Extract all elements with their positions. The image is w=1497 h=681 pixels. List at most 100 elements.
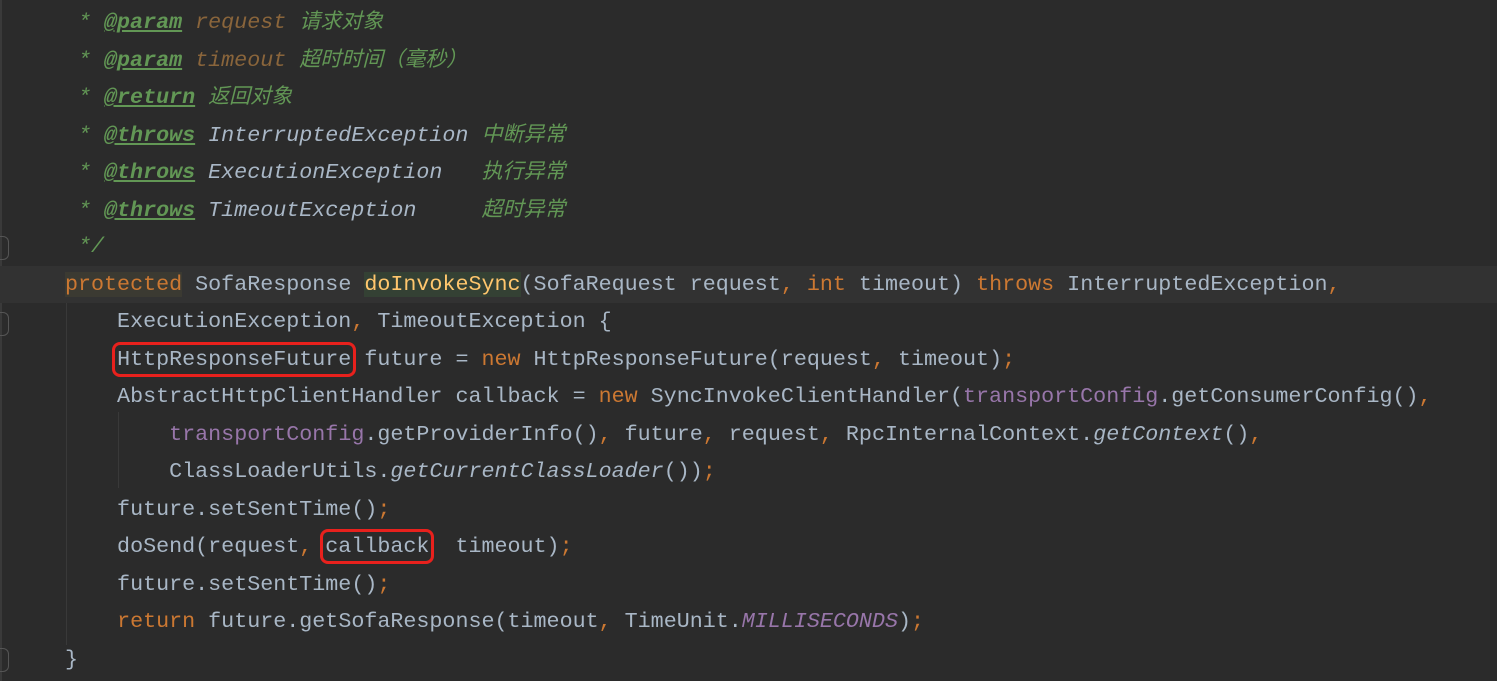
code-token: timeout): [897, 346, 1003, 372]
code-editor[interactable]: * @param request 请求对象 * @param timeout 超时…: [0, 3, 1497, 678]
code-token: InterruptedException: [208, 122, 469, 148]
code-token: 中断异常: [481, 121, 566, 146]
code-token: ,: [598, 421, 625, 447]
code-token: ,: [598, 609, 625, 634]
code-token: SyncInvokeClientHandler(: [637, 384, 964, 409]
code-token: SofaResponse: [182, 271, 365, 297]
code-token: timeout): [845, 271, 977, 297]
code-token: getCurrentClassLoader: [390, 459, 664, 484]
code-token: 执行异常: [481, 159, 566, 183]
code-line[interactable]: * @throws ExecutionException 执行异常: [0, 153, 1497, 191]
code-token: HttpResponseFuture(request: [520, 346, 872, 372]
code-token: 请求对象: [299, 9, 384, 33]
code-token: MILLISECONDS: [741, 609, 898, 634]
code-line[interactable]: doSend(request, callback timeout);: [0, 528, 1497, 566]
code-token: return: [117, 609, 196, 634]
code-token: throws: [976, 271, 1055, 297]
code-line[interactable]: ClassLoaderUtils.getCurrentClassLoader()…: [0, 453, 1497, 491]
code-token: transportConfig: [963, 384, 1159, 409]
code-token: ,: [1327, 271, 1341, 297]
code-line[interactable]: transportConfig.getProviderInfo(), futur…: [0, 416, 1497, 454]
code-token: new: [598, 384, 638, 409]
code-token: ,: [780, 271, 807, 297]
code-token: timeout: [195, 47, 287, 73]
code-token: ExecutionException: [208, 160, 443, 185]
code-token: ;: [911, 609, 925, 634]
code-token: ,: [351, 309, 378, 334]
code-token: ()): [663, 459, 703, 484]
code-token: TimeoutException {: [377, 309, 612, 334]
code-token: future: [624, 421, 703, 447]
code-line[interactable]: future.setSentTime();: [0, 491, 1497, 529]
code-token: 超时异常: [481, 196, 566, 221]
code-line[interactable]: ExecutionException, TimeoutException {: [0, 303, 1497, 341]
code-token: @throws: [104, 197, 196, 223]
code-token: future.setSentTime(): [65, 571, 378, 597]
code-token: protected: [65, 271, 183, 297]
code-token: @param: [104, 10, 183, 35]
code-token: *: [78, 10, 105, 35]
code-token: .getProviderInfo(): [364, 421, 599, 447]
code-token: ,: [1249, 421, 1263, 447]
code-token: TimeoutException: [208, 197, 417, 223]
code-token: ,: [1418, 384, 1432, 409]
code-token: AbstractHttpClientHandler callback =: [65, 384, 599, 409]
code-line[interactable]: HttpResponseFuture future = new HttpResp…: [0, 341, 1497, 379]
code-line[interactable]: */: [0, 228, 1497, 266]
code-token: ,: [702, 421, 729, 447]
code-token: future.getSofaResponse(timeout: [195, 609, 599, 634]
code-token: new: [481, 346, 521, 372]
code-token: *: [78, 160, 105, 185]
code-token: ;: [559, 534, 573, 559]
code-token: ,: [871, 346, 898, 372]
code-token: @return: [104, 85, 196, 110]
code-line[interactable]: future.setSentTime();: [0, 566, 1497, 604]
code-token: ;: [377, 571, 391, 597]
code-line[interactable]: return future.getSofaResponse(timeout, T…: [0, 603, 1497, 641]
highlighted-token: callback: [320, 529, 435, 564]
code-line[interactable]: * @throws InterruptedException 中断异常: [0, 116, 1497, 154]
code-token: future =: [351, 346, 482, 372]
code-token: (SofaRequest request: [520, 271, 781, 297]
code-token: ,: [819, 421, 846, 447]
code-line[interactable]: }: [0, 641, 1497, 679]
code-token: request: [728, 421, 820, 447]
code-token: timeout): [429, 534, 560, 559]
code-token: @param: [104, 47, 183, 73]
code-token: int: [806, 271, 846, 297]
code-token: *: [78, 122, 105, 148]
code-token: RpcInternalContext.: [845, 421, 1094, 447]
code-line[interactable]: * @param request 请求对象: [0, 3, 1497, 41]
code-token: .getConsumerConfig(): [1158, 384, 1419, 409]
code-token: }: [65, 646, 79, 672]
code-line[interactable]: * @param timeout 超时时间（毫秒）: [0, 41, 1497, 79]
code-line[interactable]: protected SofaResponse doInvokeSync(Sofa…: [0, 265, 1497, 303]
code-line[interactable]: * @throws TimeoutException 超时异常: [0, 191, 1497, 229]
code-token: doInvokeSync: [364, 271, 521, 297]
code-token: ;: [702, 459, 716, 484]
code-line[interactable]: AbstractHttpClientHandler callback = new…: [0, 378, 1497, 416]
code-token: ClassLoaderUtils.: [65, 459, 391, 484]
code-token: */: [78, 234, 105, 259]
code-line[interactable]: * @return 返回对象: [0, 78, 1497, 116]
code-token: ;: [1002, 346, 1016, 372]
code-token: 返回对象: [208, 84, 293, 108]
code-token: @throws: [104, 160, 196, 185]
code-token: TimeUnit.: [624, 609, 742, 634]
code-token: getContext: [1093, 421, 1224, 447]
code-token: @throws: [104, 122, 196, 148]
